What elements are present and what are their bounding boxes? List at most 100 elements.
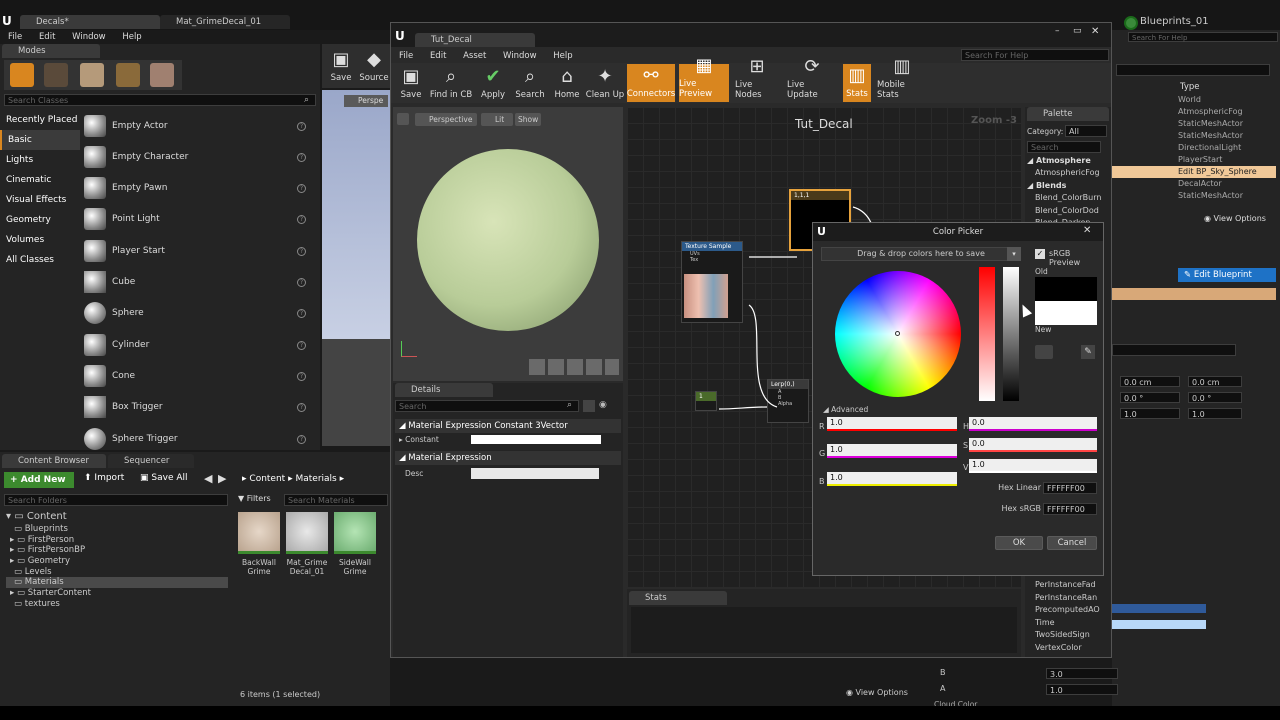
section-constant3vector[interactable]: ◢ Material Expression Constant 3Vector <box>395 419 621 433</box>
r-slider[interactable]: 1.0 <box>827 417 957 431</box>
help-icon[interactable]: ? <box>297 214 306 224</box>
perspective-button[interactable]: Perspective <box>415 113 477 126</box>
palette-item[interactable]: Blend_ColorDod <box>1027 205 1107 217</box>
menu-window[interactable]: Window <box>503 51 537 61</box>
srgb-preview-checkbox[interactable]: ✓ <box>1035 249 1045 259</box>
tree-item-blueprints[interactable]: ▭ Blueprints <box>6 524 228 535</box>
palette-item[interactable]: Time <box>1027 617 1107 630</box>
place-item-empty-character[interactable]: Empty Character? <box>84 143 306 171</box>
menu-edit[interactable]: Edit <box>39 32 55 42</box>
palette-item[interactable]: VertexColor <box>1027 642 1107 655</box>
tree-item-textures[interactable]: ▭ textures <box>6 599 228 610</box>
cancel-button[interactable]: Cancel <box>1047 536 1097 550</box>
palette-search-input[interactable]: Search <box>1027 141 1101 153</box>
tab-palette[interactable]: Palette <box>1027 107 1109 121</box>
home-button[interactable]: ⌂ Home <box>551 63 583 103</box>
save-button[interactable]: ▣ Save <box>395 63 427 103</box>
live-update-button[interactable]: ⟳ Live Update <box>787 56 837 103</box>
place-item-player-start[interactable]: Player Start? <box>84 237 306 265</box>
tree-item-materials[interactable]: ▭ Materials <box>6 577 228 589</box>
place-mode-icon[interactable] <box>10 63 34 87</box>
palette-item[interactable]: Blend_ColorBurn <box>1027 192 1107 204</box>
grid-view-icon[interactable] <box>583 400 595 412</box>
outliner-row[interactable]: DecalActor <box>1112 178 1276 190</box>
category-visual-effects[interactable]: Visual Effects <box>0 190 80 210</box>
place-item-cylinder[interactable]: Cylinder? <box>84 331 306 359</box>
color-wheel-mode-icon[interactable] <box>1035 345 1053 359</box>
category-select[interactable]: All <box>1065 125 1107 137</box>
forward-arrow-icon[interactable]: ▶ <box>218 472 226 485</box>
minimize-icon[interactable]: – <box>1055 26 1060 36</box>
clean-up-button[interactable]: ✦ Clean Up <box>585 63 625 103</box>
search-classes-input[interactable]: Search Classes <box>4 94 316 106</box>
palette-category-atmosphere[interactable]: ◢ Atmosphere <box>1027 155 1107 167</box>
category-basic[interactable]: Basic <box>0 130 80 150</box>
h-slider[interactable]: 0.0 <box>969 417 1097 431</box>
category-lights[interactable]: Lights <box>0 150 80 170</box>
stats-button[interactable]: ▥ Stats <box>843 64 871 102</box>
geometry-mode-icon[interactable] <box>150 63 174 87</box>
viewport-menu-button[interactable] <box>397 113 409 125</box>
tab-decals[interactable]: Decals* <box>20 15 160 29</box>
view-options-button[interactable]: ◉ View Options <box>1204 214 1266 223</box>
outliner-row[interactable]: StaticMeshActor <box>1112 118 1276 130</box>
details-search-input[interactable]: Search <box>395 400 579 412</box>
find-in-cb-button[interactable]: ⌕ Find in CB <box>429 63 473 103</box>
palette-item[interactable]: PerInstanceRan <box>1027 592 1107 605</box>
scale-z[interactable]: 1.0 <box>1188 408 1242 419</box>
tab-tut-decal[interactable]: Tut_Decal <box>415 33 535 47</box>
color-wheel-selector[interactable] <box>895 331 900 336</box>
breadcrumb-content[interactable]: Content <box>249 474 285 484</box>
value-slider[interactable] <box>1003 267 1019 401</box>
place-item-box-trigger[interactable]: Box Trigger? <box>84 393 306 421</box>
place-item-sphere-trigger[interactable]: Sphere Trigger? <box>84 425 306 453</box>
help-icon[interactable]: ? <box>297 340 306 350</box>
constant-color-swatch[interactable] <box>471 435 601 444</box>
asset-tile[interactable] <box>286 512 328 554</box>
help-icon[interactable]: ? <box>297 371 306 381</box>
category-all-classes[interactable]: All Classes <box>0 250 80 270</box>
menu-file[interactable]: File <box>8 32 22 42</box>
advanced-toggle[interactable]: ◢ Advanced <box>823 405 868 414</box>
category-volumes[interactable]: Volumes <box>0 230 80 250</box>
place-item-point-light[interactable]: Point Light? <box>84 205 306 233</box>
help-icon[interactable]: ? <box>297 121 306 131</box>
s-slider[interactable]: 0.0 <box>969 438 1097 452</box>
maximize-icon[interactable]: ▭ <box>1073 26 1082 36</box>
place-item-empty-actor[interactable]: Empty Actor? <box>84 112 306 140</box>
outliner-row-selected[interactable]: Edit BP_Sky_Sphere <box>1112 166 1276 178</box>
search-materials-input[interactable]: Search Materials <box>284 494 388 506</box>
place-item-cube[interactable]: Cube? <box>84 268 306 296</box>
back-arrow-icon[interactable]: ◀ <box>204 472 212 485</box>
edit-blueprint-button[interactable]: ✎ Edit Blueprint <box>1178 268 1276 282</box>
place-item-empty-pawn[interactable]: Empty Pawn? <box>84 174 306 202</box>
mobile-stats-button[interactable]: ▥ Mobile Stats <box>877 56 927 103</box>
help-icon[interactable]: ? <box>297 246 306 256</box>
outliner-row[interactable]: PlayerStart <box>1112 154 1276 166</box>
search-folders-input[interactable]: Search Folders <box>4 494 228 506</box>
connectors-button[interactable]: ⚯ Connectors <box>627 64 675 102</box>
search-help-input[interactable]: Search For Help <box>1128 32 1278 42</box>
menu-help[interactable]: Help <box>122 32 141 42</box>
content-view-options-button[interactable]: ◉ View Options <box>846 688 908 697</box>
breadcrumb-materials[interactable]: Materials <box>295 474 336 484</box>
b-value[interactable]: 3.0 <box>1046 668 1118 679</box>
category-cinematic[interactable]: Cinematic <box>0 170 80 190</box>
import-button[interactable]: ⬆ Import <box>84 473 124 483</box>
palette-item[interactable]: PerInstanceFad <box>1027 579 1107 592</box>
tab-grime-decal[interactable]: Mat_GrimeDecal_01 <box>160 15 290 29</box>
rotation-y[interactable]: 0.0 ° <box>1120 392 1180 403</box>
lit-button[interactable]: Lit <box>481 113 513 126</box>
place-item-cone[interactable]: Cone? <box>84 362 306 390</box>
palette-item[interactable]: PrecomputedAO <box>1027 604 1107 617</box>
tree-item-firstpersonbp[interactable]: ▸ ▭ FirstPersonBP <box>6 545 228 556</box>
help-icon[interactable]: ? <box>297 183 306 193</box>
menu-file[interactable]: File <box>399 51 413 61</box>
tree-item-levels[interactable]: ▭ Levels <box>6 567 228 578</box>
a-value[interactable]: 1.0 <box>1046 684 1118 695</box>
apply-button[interactable]: ✔ Apply <box>477 63 509 103</box>
scale-y[interactable]: 1.0 <box>1120 408 1180 419</box>
source-control-button[interactable]: ◆ Source <box>358 46 390 86</box>
category-recently-placed[interactable]: Recently Placed <box>0 110 80 130</box>
tab-content-browser[interactable]: Content Browser <box>2 454 106 468</box>
